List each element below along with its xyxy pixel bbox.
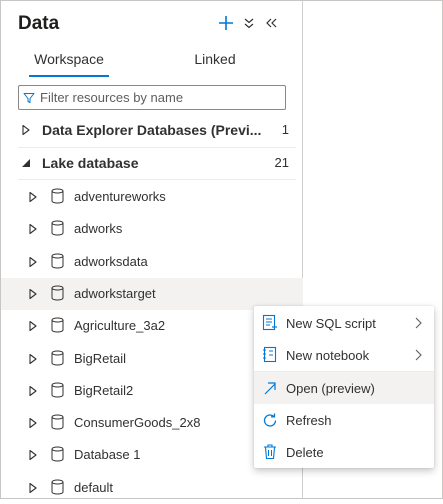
database-row[interactable]: adworks	[1, 213, 303, 245]
section-label: Lake database	[42, 155, 139, 171]
caret-down-icon[interactable]	[20, 157, 32, 169]
notebook-icon	[263, 346, 277, 363]
database-name: adworkstarget	[74, 286, 156, 301]
tab-workspace[interactable]: Workspace	[29, 47, 109, 77]
section-lake-database[interactable]: Lake database 21	[1, 147, 303, 180]
panel-title: Data	[18, 13, 60, 34]
caret-right-icon[interactable]	[28, 385, 38, 397]
database-name: adworksdata	[74, 254, 148, 269]
database-row[interactable]: adventureworks	[1, 181, 303, 213]
menu-item-label: Refresh	[286, 413, 332, 428]
section-count: 1	[281, 122, 289, 137]
caret-right-icon[interactable]	[28, 191, 38, 203]
menu-item-label: New notebook	[286, 348, 370, 363]
menu-item-label: Delete	[286, 445, 324, 460]
menu-item-refresh[interactable]: Refresh	[254, 404, 434, 436]
refresh-icon	[263, 413, 277, 427]
menu-item-open-preview[interactable]: Open (preview)	[254, 372, 434, 404]
caret-right-icon[interactable]	[28, 482, 38, 494]
database-icon	[51, 317, 64, 333]
collapse-panel-icon[interactable]	[263, 12, 279, 34]
database-name: adventureworks	[74, 189, 166, 204]
database-row[interactable]: adworksdata	[1, 246, 303, 278]
caret-right-icon[interactable]	[28, 417, 38, 429]
database-icon	[51, 350, 64, 366]
filter-icon	[23, 92, 35, 104]
add-icon[interactable]	[217, 12, 235, 34]
database-icon	[51, 382, 64, 398]
database-name: default	[74, 480, 114, 495]
database-name: BigRetail	[74, 351, 127, 366]
database-name: Database 1	[74, 447, 141, 462]
database-name: Agriculture_3a2	[74, 318, 166, 333]
sql-script-icon	[262, 314, 277, 331]
menu-item-label: New SQL script	[286, 316, 376, 331]
database-icon	[51, 479, 64, 495]
menu-item-label: Open (preview)	[286, 381, 375, 396]
caret-right-icon[interactable]	[28, 353, 38, 365]
menu-item-new-notebook[interactable]: New notebook	[254, 339, 434, 371]
tab-linked[interactable]: Linked	[183, 47, 247, 77]
caret-right-icon[interactable]	[20, 124, 32, 136]
database-row[interactable]: default	[1, 472, 303, 504]
chevron-right-icon	[415, 317, 422, 329]
database-icon	[51, 253, 64, 269]
divider	[18, 179, 296, 180]
context-menu: New SQL script New notebook Open (previe…	[254, 306, 434, 468]
caret-right-icon[interactable]	[28, 288, 38, 300]
database-icon	[51, 285, 64, 301]
section-data-explorer[interactable]: Data Explorer Databases (Previ... 1	[1, 114, 303, 147]
caret-right-icon[interactable]	[28, 320, 38, 332]
tab-bar: Workspace Linked	[18, 47, 286, 77]
filter-box[interactable]	[18, 85, 286, 110]
menu-item-delete[interactable]: Delete	[254, 436, 434, 468]
database-name: BigRetail2	[74, 383, 134, 398]
database-icon	[51, 220, 64, 236]
caret-right-icon[interactable]	[28, 223, 38, 235]
caret-right-icon[interactable]	[28, 449, 38, 461]
database-icon	[51, 446, 64, 462]
caret-right-icon[interactable]	[28, 256, 38, 268]
chevron-right-icon	[415, 349, 422, 361]
delete-icon	[264, 444, 276, 460]
database-name: ConsumerGoods_2x8	[74, 415, 201, 430]
database-icon	[51, 188, 64, 204]
menu-item-new-sql-script[interactable]: New SQL script	[254, 307, 434, 339]
app-frame: Data Workspace Linked Data Explorer Data…	[0, 0, 443, 499]
database-name: adworks	[74, 221, 123, 236]
open-arrow-icon	[264, 382, 276, 395]
section-count: 21	[274, 155, 289, 170]
filter-input[interactable]	[35, 89, 285, 106]
section-label: Data Explorer Databases (Previ...	[42, 122, 262, 138]
database-icon	[51, 414, 64, 430]
collapse-all-icon[interactable]	[242, 12, 256, 34]
